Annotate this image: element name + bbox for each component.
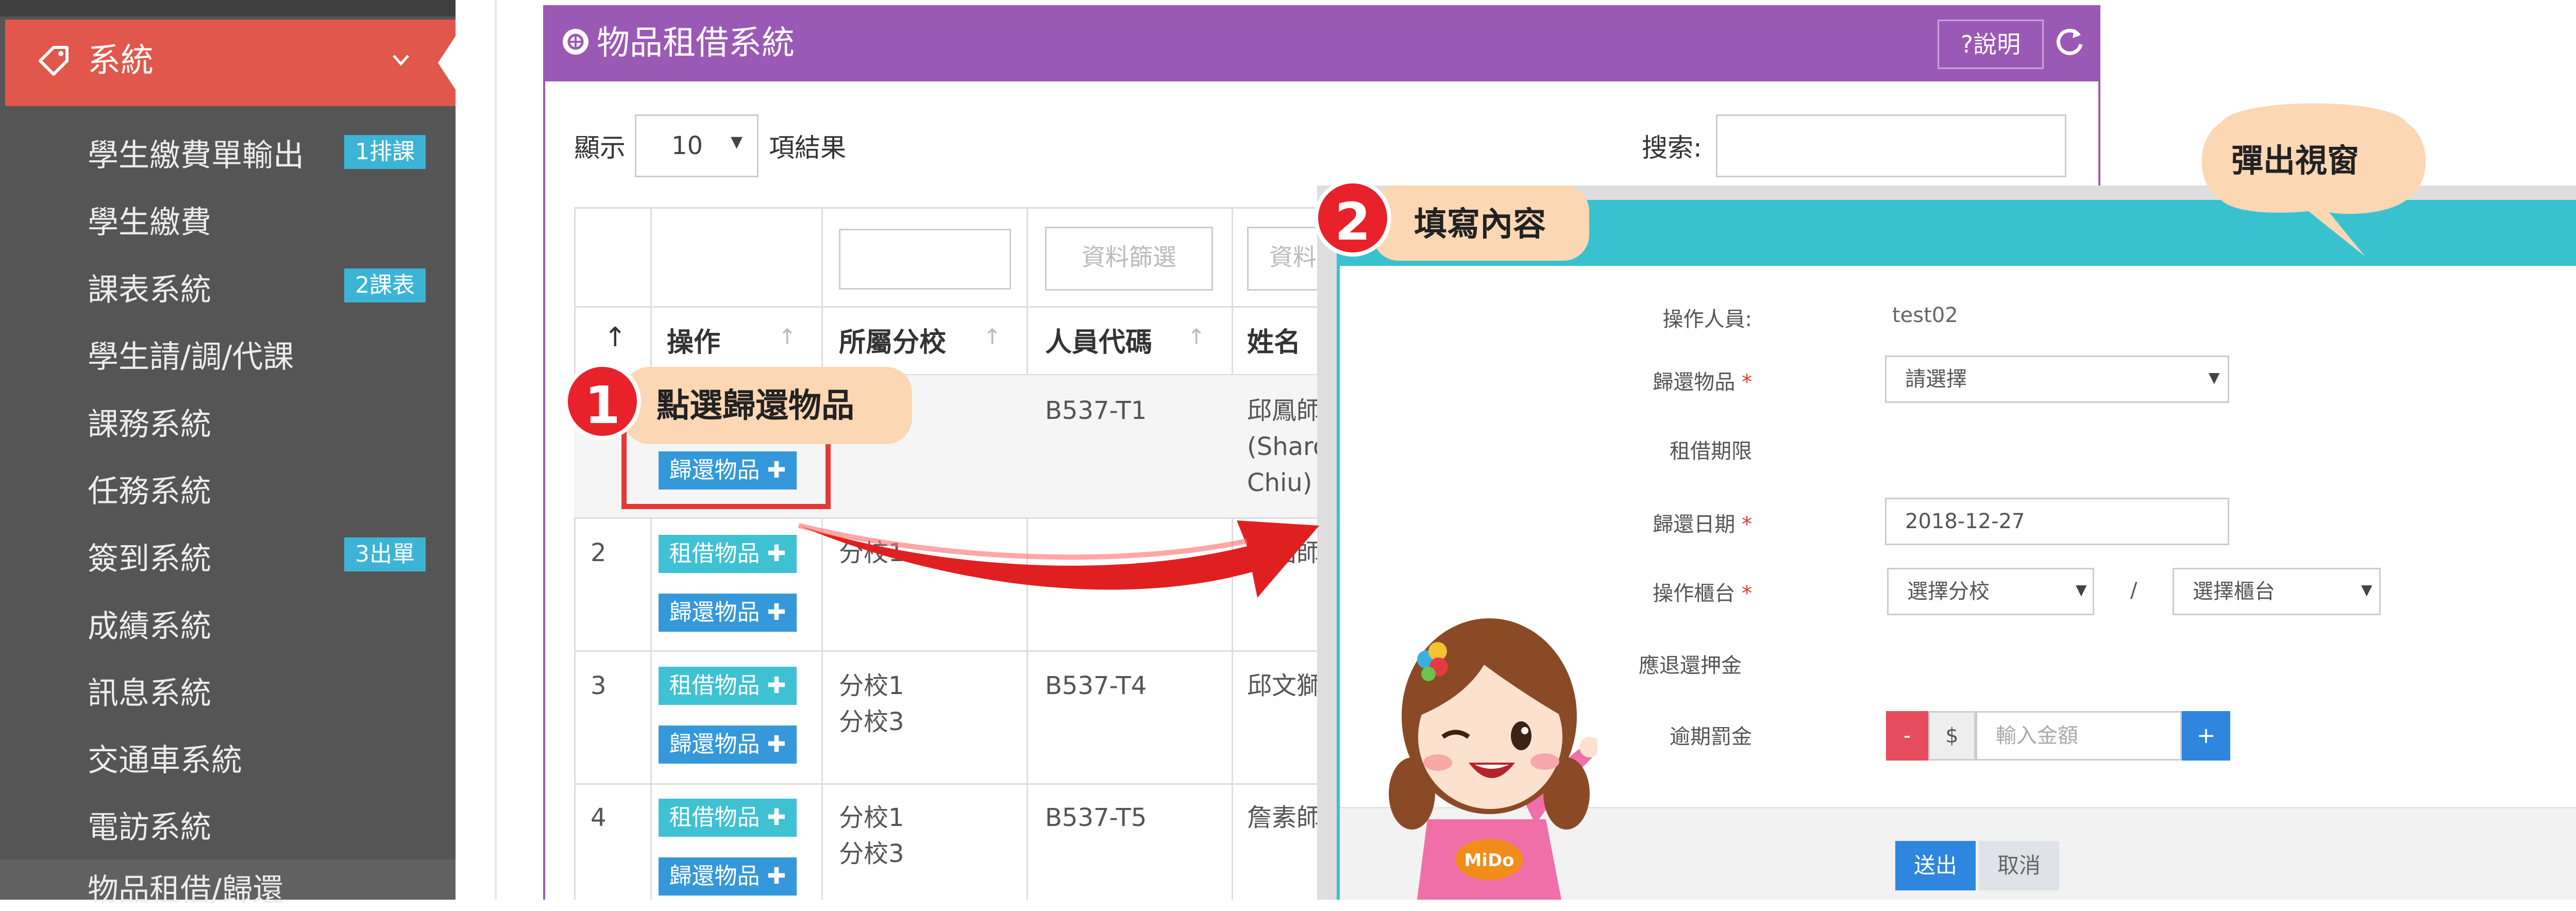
cell-index: 4: [591, 803, 607, 832]
panel-title: 物品租借系統: [597, 24, 795, 62]
cell-branch: 分校1: [839, 671, 904, 700]
table-row-line: [574, 783, 1321, 785]
name-filter-button[interactable]: 資料: [1247, 227, 1324, 291]
caret-down-icon: ▼: [2361, 581, 2372, 598]
sidebar-active-label: 系統: [88, 42, 154, 80]
sidebar-badge-2: 2課表: [344, 268, 426, 302]
decrease-button[interactable]: -: [1886, 711, 1928, 761]
code-filter-button[interactable]: 資料篩選: [1045, 227, 1213, 291]
caret-down-icon: ▼: [2209, 369, 2220, 386]
borrow-item-button[interactable]: 租借物品 ✚: [659, 535, 797, 573]
search-label: 搜索:: [1642, 133, 1702, 163]
caret-down-icon: ▼: [731, 133, 743, 151]
step2-text: 填寫內容: [1414, 206, 1546, 244]
sidebar-item-signin[interactable]: 簽到系統: [88, 538, 211, 580]
cell-code: B537-T4: [1045, 671, 1147, 700]
sidebar-item-fee-slip-export[interactable]: 學生繳費單輸出: [88, 135, 304, 176]
table-col-line: [574, 207, 576, 900]
cell-name: 邱鳳師: [1247, 396, 1322, 425]
sort-index-icon[interactable]: ↑: [604, 319, 627, 356]
step1-text: 點選歸還物品: [656, 387, 854, 425]
popup-bubble-text: 彈出視窗: [2231, 142, 2360, 179]
table-col-line: [650, 207, 652, 900]
rental-period-label: 租借期限: [1670, 440, 1752, 463]
sidebar-item-system[interactable]: [5, 20, 456, 106]
submit-button[interactable]: 送出: [1895, 841, 1976, 890]
sidebar-badge-1: 1排課: [344, 135, 426, 169]
step1-number: 1: [564, 363, 641, 440]
active-indicator-notch: [438, 36, 456, 90]
sidebar-item-timetable[interactable]: 課表系統: [88, 269, 211, 311]
currency-addon: $: [1928, 711, 1976, 761]
operator-label: 操作人員:: [1662, 308, 1752, 331]
return-item-button[interactable]: 歸還物品 ✚: [659, 594, 797, 632]
sidebar-top-strip: [0, 0, 456, 16]
sort-icon[interactable]: ↑: [778, 322, 796, 352]
tag-icon: [36, 42, 72, 78]
step2-number: 2: [1314, 179, 1391, 257]
return-item-button[interactable]: 歸還物品 ✚: [659, 857, 797, 896]
return-item-label: 歸還物品 *: [1653, 370, 1752, 394]
cell-code: B537-T1: [1045, 396, 1147, 425]
column-header-name[interactable]: 姓名: [1247, 325, 1301, 361]
cell-code: B537-T5: [1045, 803, 1147, 832]
sidebar-item-item-rental[interactable]: 物品租借/歸還: [88, 870, 283, 911]
sidebar-item-student-fee[interactable]: 學生繳費: [88, 202, 211, 243]
separator: /: [2130, 579, 2137, 602]
column-header-action[interactable]: 操作: [667, 325, 720, 361]
sidebar-item-course-affairs[interactable]: 課務系統: [88, 404, 211, 445]
sort-icon[interactable]: ↑: [983, 322, 1001, 352]
column-header-branch[interactable]: 所屬分校: [839, 325, 946, 361]
sidebar-item-shuttle[interactable]: 交通車系統: [88, 740, 242, 781]
table-border-top: [574, 207, 1321, 209]
cell-name: 邱文獅: [1247, 671, 1322, 700]
column-header-code[interactable]: 人員代碼: [1045, 325, 1152, 361]
return-item-select[interactable]: 請選擇: [1885, 356, 2229, 403]
sidebar-badge-3: 3出單: [344, 537, 426, 571]
borrow-item-button[interactable]: 租借物品 ✚: [659, 799, 797, 837]
table-row-line: [574, 650, 1321, 652]
sidebar-item-tasks[interactable]: 任務系統: [88, 471, 211, 512]
refresh-icon[interactable]: [2052, 24, 2088, 60]
counter-select[interactable]: 選擇櫃台: [2173, 568, 2381, 615]
cell-branch: 分校3: [839, 707, 904, 736]
branch-filter-input[interactable]: [839, 229, 1011, 290]
sidebar-item-leave[interactable]: 學生請/調/代課: [88, 336, 294, 378]
help-button[interactable]: ?說明: [1938, 20, 2044, 69]
search-input[interactable]: [1716, 114, 2066, 177]
results-label: 項結果: [769, 133, 846, 163]
mascot-badge-text: MiDo: [1464, 850, 1514, 871]
cell-index: 2: [591, 538, 607, 567]
increase-button[interactable]: +: [2182, 711, 2230, 761]
cell-name: 詹素師: [1247, 803, 1322, 832]
sidebar-item-messages[interactable]: 訊息系統: [88, 673, 211, 714]
return-date-label: 歸還日期 *: [1653, 513, 1752, 536]
chevron-down-icon: [391, 42, 411, 90]
show-label: 顯示: [574, 133, 626, 163]
caret-down-icon: ▼: [2076, 581, 2087, 598]
content-divider: [495, 0, 497, 900]
table-row-line: [574, 306, 1321, 308]
cell-name: (Sharo: [1247, 432, 1328, 461]
sort-icon[interactable]: ↑: [1187, 322, 1205, 352]
return-date-input[interactable]: 2018-12-27: [1885, 498, 2229, 545]
cancel-button[interactable]: 取消: [1979, 841, 2059, 890]
operator-value: test02: [1892, 303, 1958, 327]
globe-icon: [563, 29, 588, 55]
guide-arrow: [798, 520, 1319, 598]
cell-branch: 分校1: [839, 803, 904, 832]
cell-branch: 分校3: [839, 839, 904, 868]
sidebar-item-grades[interactable]: 成績系統: [88, 606, 211, 647]
return-item-button[interactable]: 歸還物品 ✚: [659, 726, 797, 764]
sidebar-item-phone-visit[interactable]: 電訪系統: [88, 807, 211, 848]
amount-input[interactable]: 輸入金額: [1976, 711, 2182, 761]
borrow-item-button[interactable]: 租借物品 ✚: [659, 667, 797, 705]
branch-select[interactable]: 選擇分校: [1887, 568, 2094, 615]
cell-index: 3: [591, 671, 607, 700]
